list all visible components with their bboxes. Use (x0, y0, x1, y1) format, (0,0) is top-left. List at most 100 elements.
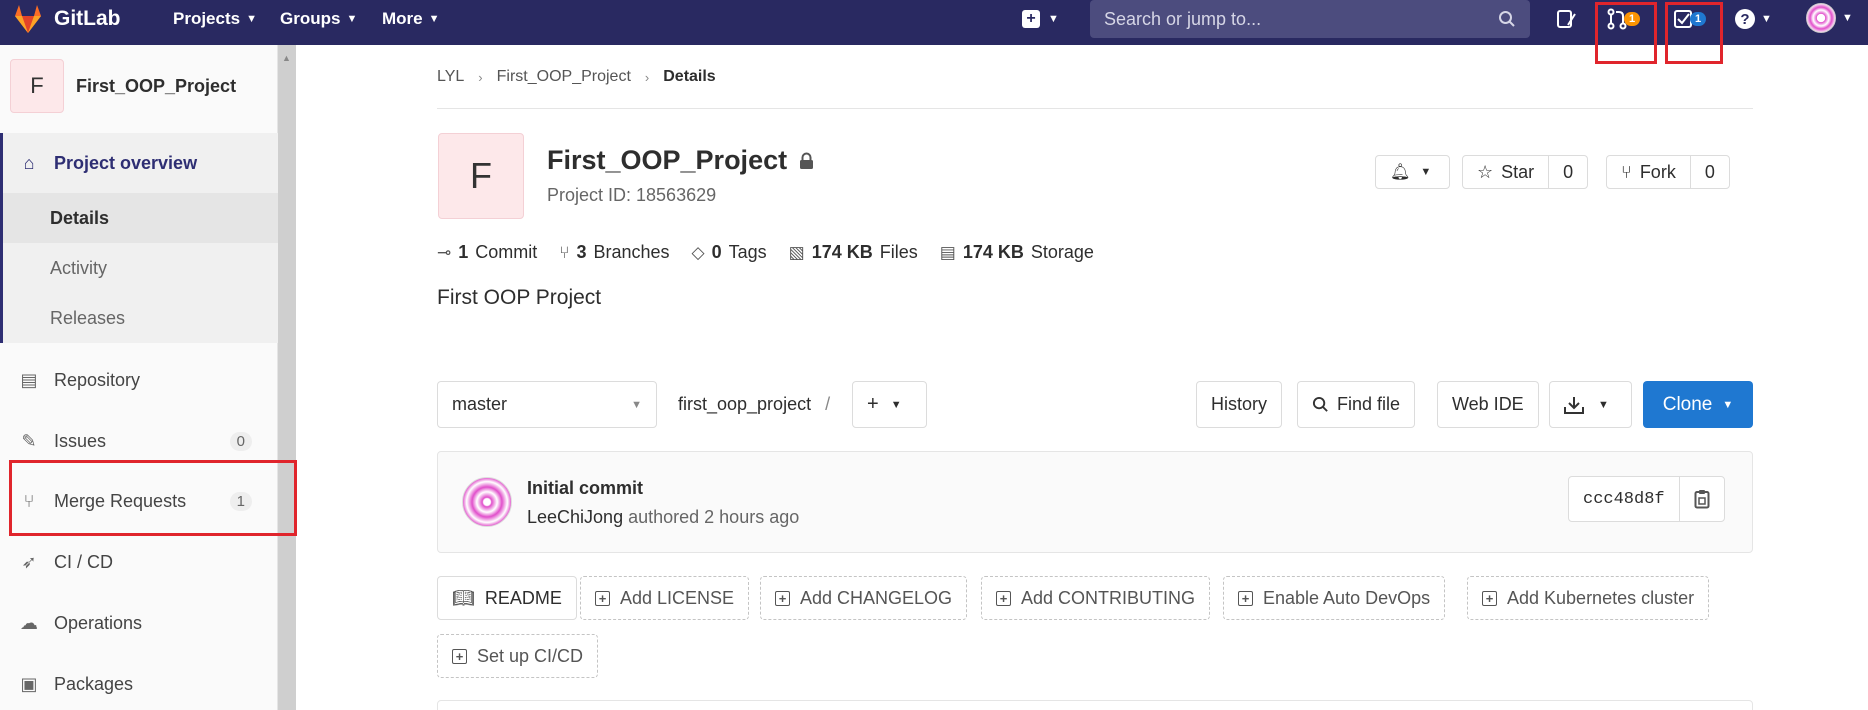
groups-menu[interactable]: Groups ▼ (280, 8, 357, 30)
chevron-down-icon: ▼ (1842, 12, 1853, 24)
search-input[interactable] (1104, 8, 1484, 30)
projects-menu[interactable]: Projects ▼ (173, 8, 257, 30)
new-item-dropdown[interactable]: + ▼ (1022, 6, 1059, 32)
tanuki-icon (15, 5, 41, 33)
readme-button[interactable]: 📖︎ README (437, 576, 577, 620)
issues-nav-button[interactable] (1555, 6, 1577, 32)
stat-commits-number: 1 (458, 242, 469, 262)
add-license-label: Add LICENSE (620, 587, 735, 608)
chevron-down-icon: ▼ (1722, 398, 1734, 411)
sidebar-subitem-releases[interactable]: Releases (3, 293, 278, 343)
history-button[interactable]: History (1196, 381, 1283, 428)
enable-auto-devops-button[interactable]: + Enable Auto DevOps (1223, 576, 1446, 620)
branch-selector[interactable]: master ▼ (437, 381, 657, 428)
rocket-icon: ➶ (21, 552, 37, 572)
star-icon: ☆ (1477, 161, 1494, 182)
repo-path: first_oop_project / (678, 394, 830, 415)
chevron-down-icon: ▼ (428, 13, 440, 25)
help-dropdown[interactable]: ? ▼ (1735, 6, 1772, 32)
sidebar-item-label: Repository (54, 369, 141, 390)
stat-tags-label: Tags (728, 242, 767, 262)
commit-sha-group: ccc48d8f (1568, 476, 1725, 522)
add-kubernetes-cluster-button[interactable]: + Add Kubernetes cluster (1467, 576, 1710, 620)
home-icon: ⌂ (23, 152, 35, 173)
fork-count[interactable]: 0 (1689, 156, 1729, 188)
project-id: Project ID: 18563629 (547, 185, 717, 205)
sidebar-item-project-overview[interactable]: ⌂ Project overview (0, 133, 278, 193)
book-icon: 📖︎ (452, 587, 475, 608)
fork-button[interactable]: ⑂ Fork (1607, 156, 1690, 188)
sidebar-nav: ⌂ Project overview Details Activity Rele… (0, 133, 278, 710)
commit-time: authored 2 hours ago (628, 507, 800, 527)
add-license-button[interactable]: + Add LICENSE (580, 576, 750, 620)
stat-files-label: Files (879, 242, 918, 262)
sidebar-scrollbar[interactable]: ▲ (278, 45, 296, 710)
sidebar-subitem-details[interactable]: Details (3, 193, 278, 243)
stat-storage: ▤ 174 KB Storage (940, 242, 1094, 263)
chevron-down-icon: ▼ (346, 13, 358, 25)
breadcrumb-project[interactable]: First_OOP_Project (497, 68, 631, 86)
project-avatar: F (438, 133, 524, 219)
breadcrumb-current[interactable]: Details (663, 68, 715, 86)
star-count[interactable]: 0 (1548, 156, 1587, 188)
scroll-up-arrow-icon[interactable]: ▲ (282, 53, 291, 63)
storage-icon: ▤ (939, 242, 956, 262)
commit-title[interactable]: Initial commit (527, 478, 643, 499)
sidebar-item-packages[interactable]: ▣ Packages (0, 654, 278, 710)
stat-branches-label: Branches (593, 242, 670, 262)
sidebar-subitem-activity[interactable]: Activity (3, 243, 278, 293)
search-bar[interactable] (1090, 0, 1530, 38)
stat-commits[interactable]: ⊸ 1 Commit (437, 242, 537, 263)
repo-path-root[interactable]: first_oop_project (678, 394, 811, 415)
add-changelog-button[interactable]: + Add CHANGELOG (760, 576, 968, 620)
top-navbar: GitLab Projects▼ Groups▼ More▼ + ▼ 1 1 ?… (0, 0, 1868, 45)
commit-author[interactable]: LeeChiJong (527, 507, 623, 527)
commit-author-avatar[interactable] (462, 477, 512, 527)
chevron-down-icon: ▼ (246, 13, 257, 25)
history-label: History (1211, 394, 1268, 414)
copy-sha-button[interactable] (1678, 477, 1724, 521)
notification-dropdown[interactable]: 🔔︎ ▼ (1375, 155, 1450, 189)
plus-square-icon: + (1022, 10, 1040, 28)
annotation-box-sidebar-merge-requests (9, 460, 297, 536)
commit-sha[interactable]: ccc48d8f (1569, 477, 1679, 521)
sidebar-project-header[interactable]: F First_OOP_Project (0, 45, 278, 127)
gitlab-logo[interactable]: GitLab (12, 0, 121, 38)
lock-icon (800, 152, 814, 169)
web-ide-button[interactable]: Web IDE (1437, 381, 1539, 428)
divider (437, 108, 1753, 109)
search-icon (1312, 396, 1328, 412)
stat-tags[interactable]: ◇ 0 Tags (692, 242, 767, 263)
sidebar-item-repository[interactable]: ▤ Repository (0, 349, 278, 411)
add-changelog-label: Add CHANGELOG (800, 587, 953, 608)
branch-name: master (452, 394, 508, 414)
overview-subnav: Details Activity Releases (0, 193, 278, 343)
more-menu[interactable]: More ▼ (382, 8, 440, 30)
chevron-right-icon: › (644, 69, 650, 85)
project-stats: ⊸ 1 Commit ⑂ 3 Branches ◇ 0 Tags ▧ 174 K… (437, 242, 1094, 263)
groups-menu-label: Groups (280, 9, 341, 28)
sidebar-item-ci-cd[interactable]: ➶ CI / CD (0, 532, 278, 593)
sidebar-item-operations[interactable]: ☁ Operations (0, 593, 278, 654)
add-file-dropdown[interactable]: + ▼ (852, 381, 927, 428)
help-icon: ? (1735, 9, 1755, 29)
stat-branches[interactable]: ⑂ 3 Branches (559, 242, 669, 263)
add-contributing-button[interactable]: + Add CONTRIBUTING (981, 576, 1211, 620)
star-button[interactable]: ☆ Star (1463, 156, 1548, 188)
setup-ci-cd-button[interactable]: + Set up CI/CD (437, 634, 599, 678)
breadcrumb-group[interactable]: LYL (437, 68, 464, 86)
download-dropdown[interactable]: ▼ (1549, 381, 1632, 428)
find-file-button[interactable]: Find file (1297, 381, 1416, 428)
chevron-down-icon: ▼ (631, 398, 642, 411)
user-menu[interactable]: ▼ (1806, 3, 1853, 33)
stat-files[interactable]: ▧ 174 KB Files (789, 242, 918, 263)
chevron-down-icon: ▼ (1048, 13, 1059, 25)
user-avatar (1806, 3, 1836, 33)
page-title: First_OOP_Project (547, 145, 814, 176)
setup-ci-cd-label: Set up CI/CD (477, 645, 584, 666)
plus-square-icon: + (1482, 590, 1497, 606)
project-avatar-small: F (10, 59, 64, 113)
clone-button[interactable]: Clone ▼ (1643, 381, 1753, 428)
sidebar-item-label: Operations (54, 613, 143, 633)
annotation-box-merge-requests (1595, 2, 1657, 64)
